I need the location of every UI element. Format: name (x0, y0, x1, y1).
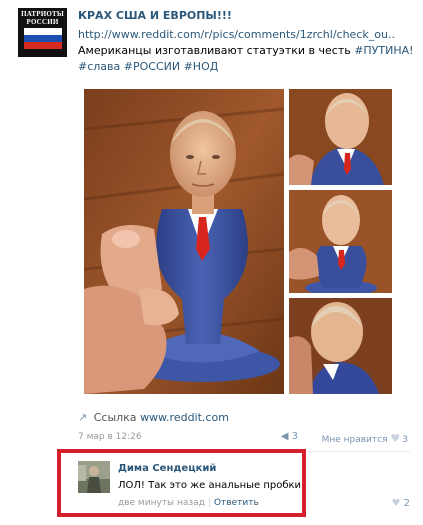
post-author-title[interactable]: КРАХ США И ЕВРОПЫ!!! (78, 9, 232, 22)
hashtag-putin[interactable]: #ПУТИНА! (354, 44, 413, 57)
like-button[interactable]: Мне нравится ♥ 3 (322, 432, 408, 445)
post-date[interactable]: 7 мар в 12:26 (78, 432, 142, 442)
post-text-body: Американцы изготавливают статуэтки в чес… (78, 44, 355, 57)
post-link-url[interactable]: http://www.reddit.com/r/pics/comments/1z… (78, 28, 395, 41)
comment-like-count: 2 (403, 498, 410, 509)
repost-button[interactable]: ◀ 3 (281, 431, 298, 442)
comment-like-button[interactable]: ♥ 2 (391, 498, 410, 509)
post-text: Американцы изготавливают статуэтки в чес… (78, 44, 414, 57)
highlight-frame (57, 449, 306, 517)
avatar-caption: ПАТРИОТЫ РОССИИ (21, 10, 64, 26)
link-domain[interactable]: www.reddit.com (140, 411, 229, 424)
repost-count: 3 (291, 431, 298, 442)
post-photo-4[interactable] (289, 298, 392, 394)
post-photo-main[interactable] (84, 89, 284, 394)
link-arrow-icon: ↗ (78, 411, 88, 424)
post-photo-3[interactable] (289, 190, 392, 293)
like-count: 3 (402, 435, 408, 445)
post-photo-2[interactable] (289, 89, 392, 185)
post-meta: 7 мар в 12:26 ◀ 3 Мне нравится ♥ 3 (78, 431, 408, 446)
megaphone-icon: ◀ (280, 431, 289, 442)
attached-link[interactable]: ↗ Ссылка www.reddit.com (78, 411, 229, 424)
community-avatar[interactable]: ПАТРИОТЫ РОССИИ (18, 8, 67, 57)
heart-icon: ♥ (391, 498, 401, 509)
wall-post: ПАТРИОТЫ РОССИИ КРАХ США И ЕВРОПЫ!!! htt… (0, 0, 423, 525)
link-label: Ссылка (93, 411, 137, 424)
heart-icon: ♥ (390, 432, 401, 445)
like-label: Мне нравится (321, 435, 388, 445)
russian-flag-icon (23, 28, 62, 49)
post-hashtags[interactable]: #слава #РОССИИ #НОД (78, 60, 218, 73)
